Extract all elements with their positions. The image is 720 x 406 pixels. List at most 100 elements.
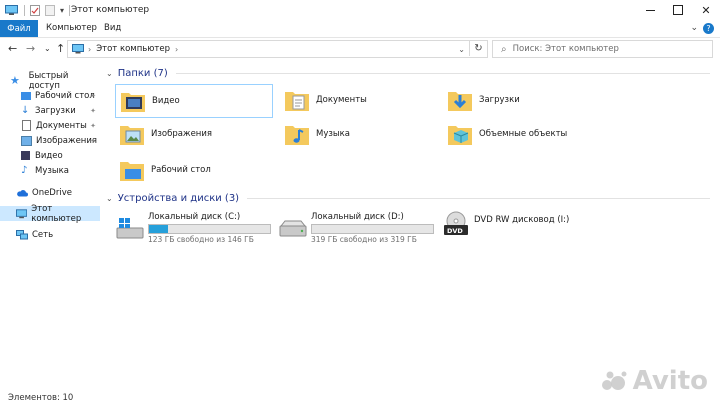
tab-file[interactable]: Файл bbox=[0, 20, 38, 37]
pin-icon[interactable]: ✦ bbox=[90, 92, 96, 100]
folder-label: Объемные объекты bbox=[479, 129, 568, 139]
properties-icon[interactable] bbox=[30, 4, 40, 16]
folder-tile-desktop[interactable]: Рабочий стол bbox=[115, 154, 271, 186]
folder-tile-pictures[interactable]: Изображения bbox=[115, 118, 271, 150]
recent-locations-icon[interactable]: ⌄ bbox=[44, 44, 51, 53]
navigation-bar: ← → ⌄ ↑ › Этот компьютер › ⌄ ↻ ⌕ Поиск: … bbox=[0, 37, 720, 61]
sidebar-item-desktop[interactable]: Рабочий стол ✦ bbox=[0, 88, 100, 103]
customize-toolbar-icon[interactable]: ▾ bbox=[60, 6, 64, 15]
music-folder-icon bbox=[285, 126, 309, 145]
separator bbox=[69, 4, 71, 16]
hard-drive-icon bbox=[279, 220, 307, 237]
breadcrumb[interactable]: Этот компьютер bbox=[96, 44, 170, 54]
sidebar-item-video[interactable]: Видео bbox=[0, 148, 100, 163]
sidebar-item-label: Рабочий стол bbox=[35, 90, 95, 101]
search-placeholder: Поиск: Этот компьютер bbox=[512, 44, 619, 54]
close-icon[interactable]: ✕ bbox=[692, 0, 720, 20]
status-item-count: Элементов: 10 bbox=[8, 393, 74, 403]
window-title: Этот компьютер bbox=[71, 5, 150, 15]
sidebar-item-pictures[interactable]: Изображения ✦ bbox=[0, 133, 100, 148]
tab-computer[interactable]: Компьютер bbox=[46, 23, 97, 33]
drive-name: DVD RW дисковод (I:) bbox=[474, 215, 570, 225]
avito-logo-icon bbox=[601, 371, 627, 390]
watermark: Avito bbox=[601, 366, 708, 396]
desktop-icon bbox=[21, 91, 31, 100]
breadcrumb-chevron-icon[interactable]: › bbox=[88, 45, 91, 54]
refresh-icon[interactable]: ↻ bbox=[469, 40, 487, 56]
documents-folder-icon bbox=[285, 92, 309, 111]
desktop-folder-icon bbox=[120, 162, 144, 181]
network-icon bbox=[16, 229, 28, 239]
computer-icon bbox=[72, 44, 84, 54]
folder-label: Рабочий стол bbox=[151, 165, 211, 175]
star-icon: ★ bbox=[10, 74, 20, 87]
drive-name: Локальный диск (C:) bbox=[148, 212, 241, 222]
drive-usage-bar bbox=[148, 224, 271, 234]
video-folder-icon bbox=[121, 93, 145, 112]
sidebar-item-this-pc[interactable]: Этот компьютер bbox=[0, 203, 100, 224]
drive-tile-c[interactable]: Локальный диск (C:) 123 ГБ свободно из 1… bbox=[113, 210, 273, 250]
search-icon: ⌕ bbox=[501, 43, 507, 55]
sidebar-item-label: OneDrive bbox=[32, 187, 72, 198]
pin-icon[interactable]: ✦ bbox=[90, 122, 96, 130]
address-bar[interactable]: › Этот компьютер › ⌄ ↻ bbox=[67, 40, 488, 58]
downloads-folder-icon bbox=[448, 92, 472, 111]
maximize-icon[interactable] bbox=[664, 0, 692, 20]
folder-tile-downloads[interactable]: Загрузки bbox=[443, 84, 599, 116]
pictures-icon bbox=[21, 135, 32, 146]
navigation-pane: ★ Быстрый доступ Рабочий стол ✦ ↓ Загруз… bbox=[0, 62, 100, 387]
folder-tile-video[interactable]: Видео bbox=[115, 84, 273, 118]
sidebar-item-onedrive[interactable]: OneDrive bbox=[0, 185, 100, 200]
dvd-badge: DVD bbox=[447, 227, 463, 235]
pin-icon[interactable]: ✦ bbox=[90, 137, 96, 145]
3d-objects-folder-icon bbox=[448, 126, 472, 145]
sidebar-item-quick-access[interactable]: ★ Быстрый доступ bbox=[0, 71, 100, 91]
chevron-down-icon[interactable]: ⌄ bbox=[106, 194, 113, 203]
download-icon: ↓ bbox=[21, 105, 30, 116]
sidebar-item-label: Изображения bbox=[36, 135, 98, 146]
title-bar: ▾ Этот компьютер ✕ bbox=[0, 0, 720, 20]
sidebar-item-music[interactable]: ♪ Музыка bbox=[0, 163, 100, 178]
folder-label: Документы bbox=[316, 95, 367, 105]
pin-icon[interactable]: ✦ bbox=[90, 107, 96, 115]
chevron-down-icon[interactable]: ⌄ bbox=[106, 69, 113, 78]
address-dropdown-icon[interactable]: ⌄ bbox=[458, 45, 465, 54]
folder-label: Загрузки bbox=[479, 95, 520, 105]
group-title: Папки (7) bbox=[117, 68, 168, 79]
forward-arrow-icon[interactable]: → bbox=[26, 42, 35, 55]
sidebar-item-label: Этот компьютер bbox=[31, 203, 82, 224]
back-arrow-icon[interactable]: ← bbox=[8, 42, 17, 55]
drive-name: Локальный диск (D:) bbox=[311, 212, 404, 222]
help-icon[interactable]: ? bbox=[703, 23, 714, 34]
folder-label: Музыка bbox=[316, 129, 350, 139]
sidebar-item-label: Загрузки bbox=[35, 105, 76, 116]
sidebar-item-downloads[interactable]: ↓ Загрузки ✦ bbox=[0, 103, 100, 118]
drive-usage-fill bbox=[149, 225, 169, 233]
minimize-icon[interactable] bbox=[636, 0, 664, 20]
search-input[interactable]: ⌕ Поиск: Этот компьютер bbox=[492, 40, 713, 58]
tab-view[interactable]: Вид bbox=[104, 23, 121, 33]
group-header-folders[interactable]: ⌄ Папки (7) bbox=[106, 68, 710, 79]
watermark-text: Avito bbox=[632, 366, 708, 396]
sidebar-item-label: Музыка bbox=[35, 165, 69, 176]
sidebar-item-documents[interactable]: Документы ✦ bbox=[0, 118, 100, 133]
cloud-icon bbox=[17, 189, 28, 196]
new-folder-icon[interactable] bbox=[45, 4, 55, 16]
folder-label: Видео bbox=[152, 96, 180, 106]
folder-tile-documents[interactable]: Документы bbox=[280, 84, 436, 116]
quick-access-toolbar: ▾ bbox=[5, 3, 71, 17]
drive-free-space: 123 ГБ свободно из 146 ГБ bbox=[148, 235, 254, 244]
chevron-down-icon[interactable]: ⌄ bbox=[690, 23, 698, 33]
group-header-devices[interactable]: ⌄ Устройства и диски (3) bbox=[106, 193, 710, 204]
group-title: Устройства и диски (3) bbox=[117, 193, 240, 204]
computer-icon bbox=[5, 4, 18, 15]
drive-tile-dvd[interactable]: DVD DVD RW дисковод (I:) bbox=[439, 210, 599, 250]
breadcrumb-chevron-icon[interactable]: › bbox=[175, 45, 178, 54]
up-arrow-icon[interactable]: ↑ bbox=[56, 42, 65, 55]
drive-tile-d[interactable]: Локальный диск (D:) 319 ГБ свободно из 3… bbox=[276, 210, 436, 250]
sidebar-item-network[interactable]: Сеть bbox=[0, 227, 100, 242]
folder-tile-music[interactable]: Музыка bbox=[280, 118, 436, 150]
sidebar-item-label: Сеть bbox=[32, 229, 54, 240]
folder-tile-3d-objects[interactable]: Объемные объекты bbox=[443, 118, 599, 150]
music-icon: ♪ bbox=[21, 165, 28, 176]
